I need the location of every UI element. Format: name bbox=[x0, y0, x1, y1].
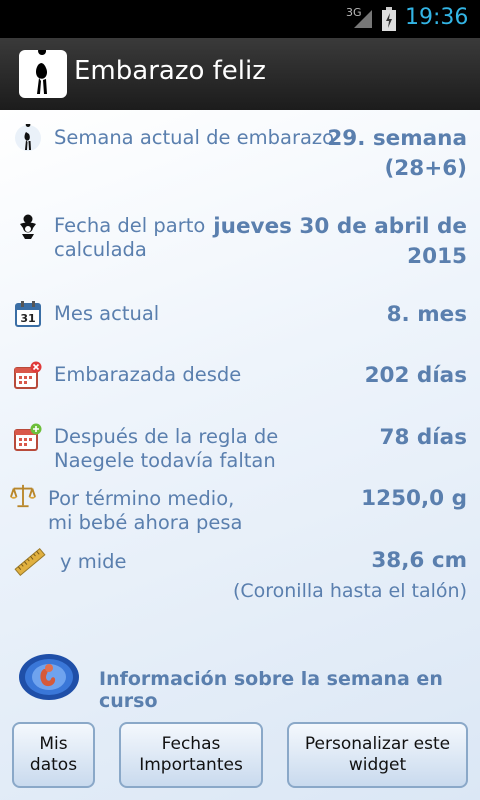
current-week-value: 29. semana (28+6) bbox=[327, 126, 467, 181]
pregnant-since-label: Embarazada desde bbox=[54, 363, 242, 386]
current-week-row: Semana actual de embarazo 29. semana (28… bbox=[0, 122, 480, 202]
signal-icon bbox=[354, 10, 372, 28]
baby-length-note: (Coronilla hasta el talón) bbox=[232, 580, 467, 602]
calendar-icon: 31 bbox=[15, 301, 41, 327]
svg-text:31: 31 bbox=[20, 312, 35, 325]
action-bar: Embarazo feliz bbox=[0, 38, 480, 110]
app-icon[interactable] bbox=[19, 47, 67, 98]
my-data-button-label: Mis datos bbox=[29, 734, 78, 775]
due-date-label: Fecha del parto calculada bbox=[54, 214, 206, 261]
scale-icon bbox=[10, 484, 36, 508]
pregnant-silhouette-icon bbox=[15, 124, 41, 151]
baby-length-value: 38,6 cm bbox=[371, 548, 467, 573]
baby-weight-value: 1250,0 g bbox=[361, 486, 467, 511]
status-bar: 3G 19:36 bbox=[0, 0, 480, 38]
main-content: Semana actual de embarazo 29. semana (28… bbox=[0, 110, 480, 800]
ruler-icon bbox=[14, 547, 46, 577]
naegele-row: Después de la regla de Naegele todavía f… bbox=[0, 423, 480, 483]
calendar-minus-icon bbox=[14, 361, 42, 389]
pregnant-since-value: 202 días bbox=[364, 363, 467, 388]
current-month-row: 31 Mes actual 8. mes bbox=[0, 300, 480, 340]
current-month-label: Mes actual bbox=[54, 302, 160, 325]
important-dates-button-label: Fechas Importantes bbox=[139, 734, 243, 775]
due-date-row: Fecha del parto calculada jueves 30 de a… bbox=[0, 210, 480, 280]
naegele-value: 78 días bbox=[379, 425, 467, 450]
pregnant-silhouette-icon bbox=[36, 47, 48, 94]
baby-length-row: y mide 38,6 cm (Coronilla hasta el talón… bbox=[0, 546, 480, 606]
current-month-value: 8. mes bbox=[386, 302, 467, 327]
calendar-plus-icon bbox=[14, 423, 42, 451]
weekly-info-link[interactable]: Información sobre la semana en curso bbox=[0, 650, 480, 712]
baby-weight-label: Por término medio, mi bebé ahora pesa bbox=[48, 487, 243, 534]
baby-icon bbox=[20, 214, 36, 239]
weekly-info-label: Información sobre la semana en curso bbox=[99, 668, 443, 712]
fetus-icon bbox=[19, 654, 79, 700]
battery-icon bbox=[382, 7, 396, 31]
clock: 19:36 bbox=[405, 5, 469, 30]
important-dates-button[interactable]: Fechas Importantes bbox=[119, 722, 263, 788]
pregnant-since-row: Embarazada desde 202 días bbox=[0, 361, 480, 401]
naegele-label: Después de la regla de Naegele todavía f… bbox=[54, 425, 279, 472]
current-week-label: Semana actual de embarazo bbox=[54, 126, 335, 149]
baby-weight-row: Por término medio, mi bebé ahora pesa 12… bbox=[0, 483, 480, 543]
customize-widget-button[interactable]: Personalizar este widget bbox=[287, 722, 468, 788]
baby-length-label: y mide bbox=[60, 550, 127, 573]
customize-widget-button-label: Personalizar este widget bbox=[304, 734, 451, 775]
app-title: Embarazo feliz bbox=[74, 56, 266, 86]
my-data-button[interactable]: Mis datos bbox=[12, 722, 95, 788]
due-date-value: jueves 30 de abril de 2015 bbox=[213, 214, 467, 269]
